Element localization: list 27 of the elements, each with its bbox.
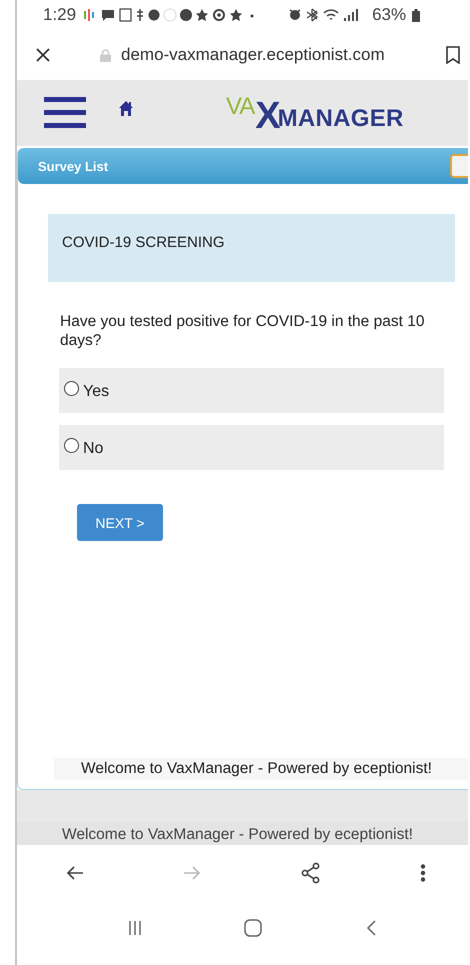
back-arrow-icon[interactable] — [66, 866, 84, 880]
survey-title: COVID-19 SCREENING — [62, 234, 225, 251]
url-text[interactable]: demo-vaxmanager.eceptionist.com — [121, 45, 385, 65]
panel-title: Survey List — [38, 158, 108, 174]
option-label: No — [83, 440, 104, 458]
answer-option[interactable]: No — [59, 425, 444, 470]
answer-option[interactable]: Yes — [59, 368, 444, 413]
back-icon[interactable] — [366, 920, 376, 936]
recent-apps-icon[interactable] — [128, 920, 141, 934]
bookmark-icon[interactable] — [446, 46, 460, 64]
radio-button[interactable] — [64, 438, 79, 453]
question-text: Have you tested positive for COVID-19 in the past 10 days? — [60, 312, 426, 350]
lock-icon — [100, 48, 111, 62]
battery-icon — [412, 8, 420, 22]
more-options-icon[interactable] — [420, 864, 426, 882]
radio-button[interactable] — [64, 381, 79, 396]
home-icon[interactable] — [119, 100, 133, 116]
home-button-icon[interactable] — [244, 918, 262, 936]
footer-text: Welcome to VaxManager - Powered by eceptionist! — [62, 825, 413, 845]
status-time: 1:29 — [43, 5, 76, 25]
share-icon[interactable] — [300, 862, 321, 884]
menu-icon[interactable] — [44, 97, 86, 129]
option-label: Yes — [83, 382, 110, 400]
close-icon[interactable] — [36, 48, 50, 62]
battery-level: 63% — [372, 5, 406, 25]
next-button[interactable]: NEXT > — [77, 504, 163, 541]
footer-text: Welcome to VaxManager - Powered by eceptionist! — [81, 760, 432, 778]
